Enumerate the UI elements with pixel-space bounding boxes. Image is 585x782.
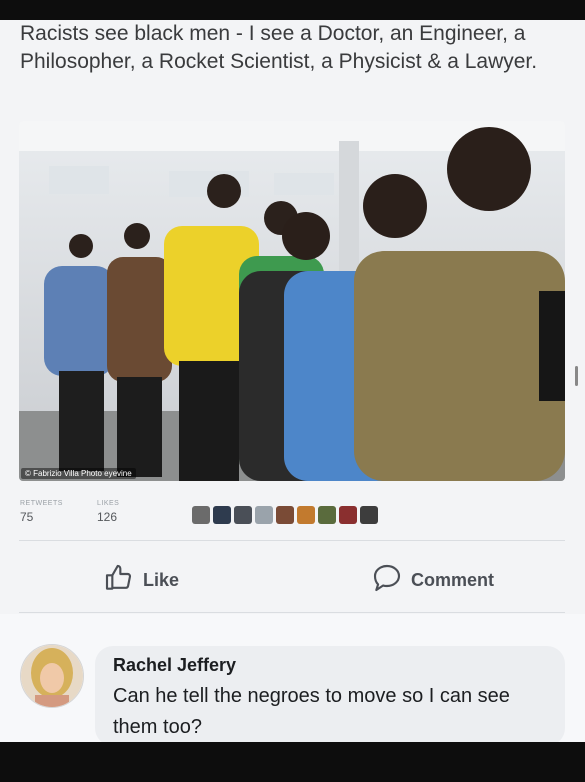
commenter-avatar[interactable] — [20, 644, 84, 708]
scrollbar[interactable] — [575, 366, 578, 386]
divider — [19, 540, 565, 541]
post-photo[interactable]: © Fabrizio Villa Photo eyevine — [19, 121, 565, 481]
liker-avatar[interactable] — [255, 506, 273, 524]
like-button[interactable]: Like — [103, 563, 179, 597]
comment-bubble-icon — [371, 562, 403, 599]
likes-count: 126 — [97, 510, 118, 524]
liker-avatar[interactable] — [360, 506, 378, 524]
post-photo-illustration — [19, 121, 565, 481]
likes-label: LIKES — [97, 500, 120, 507]
top-status-bar — [0, 0, 585, 20]
liker-avatar[interactable] — [234, 506, 252, 524]
retweets-stat[interactable]: RETWEETS 75 — [20, 500, 63, 524]
bottom-bar — [0, 742, 585, 782]
retweets-count: 75 — [20, 510, 34, 524]
liker-avatar[interactable] — [276, 506, 294, 524]
retweets-label: RETWEETS — [20, 500, 63, 507]
comment-author[interactable]: Rachel Jeffery — [113, 655, 236, 676]
like-label: Like — [143, 569, 180, 590]
like-thumb-icon — [103, 562, 135, 599]
photo-credit: © Fabrizio Villa Photo eyevine — [21, 468, 136, 479]
liker-avatar[interactable] — [213, 506, 231, 524]
post-text: Racists see black men - I see a Doctor, … — [20, 22, 538, 73]
comment-button[interactable]: Comment — [371, 563, 494, 597]
liker-avatar[interactable] — [339, 506, 357, 524]
liker-avatar[interactable] — [192, 506, 210, 524]
comment-text: Can he tell the negroes to move so I can… — [113, 685, 510, 738]
comment-label: Comment — [411, 569, 495, 590]
likes-stat[interactable]: LIKES 126 — [97, 500, 119, 524]
liker-avatar[interactable] — [318, 506, 336, 524]
divider — [19, 612, 565, 613]
liker-avatars[interactable] — [192, 506, 378, 524]
liker-avatar[interactable] — [297, 506, 315, 524]
